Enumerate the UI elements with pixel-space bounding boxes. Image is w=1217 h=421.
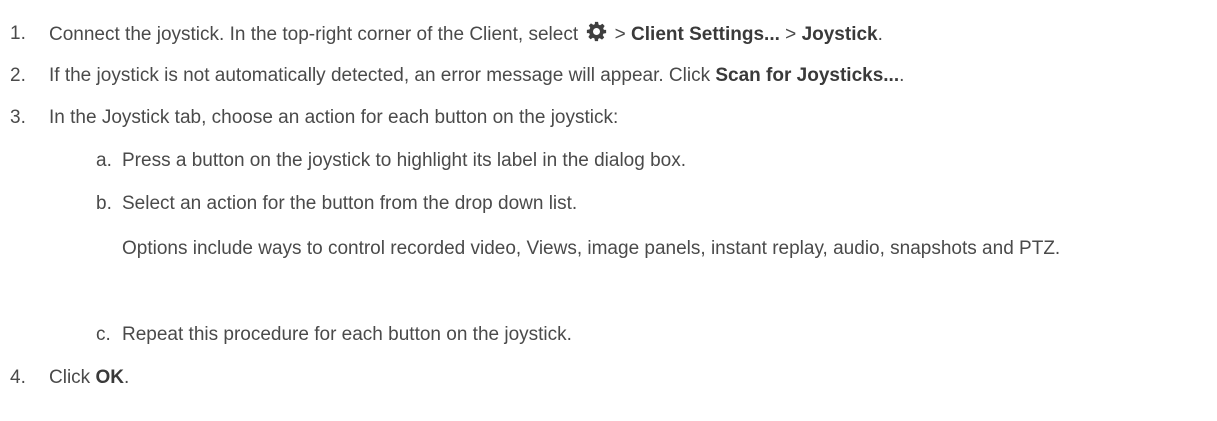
step-number: 4.: [10, 367, 26, 388]
step-number: 3.: [10, 107, 26, 128]
procedure-document: 1. Connect the joystick. In the top-righ…: [0, 0, 1217, 421]
separator: >: [779, 24, 802, 45]
substep-letter: c.: [96, 324, 111, 345]
separator: >: [609, 24, 632, 45]
step-text: Connect the joystick. In the top-right c…: [49, 21, 883, 48]
scan-for-joysticks-label: Scan for Joysticks...: [715, 65, 900, 86]
menu-joystick: Joystick: [801, 24, 878, 45]
gear-icon: [586, 21, 607, 42]
step-text-end: .: [123, 367, 130, 388]
step-number: 2.: [10, 65, 26, 86]
substep-letter: a.: [96, 150, 112, 171]
substep-letter: b.: [96, 193, 112, 214]
step-text-end: .: [877, 24, 883, 45]
ok-label: OK: [95, 367, 124, 388]
substep-text: Repeat this procedure for each button on…: [122, 324, 572, 345]
step-text-part: If the joystick is not automatically det…: [49, 65, 716, 86]
step-text: In the Joystick tab, choose an action fo…: [49, 107, 619, 128]
step-text: Click OK.: [49, 365, 129, 391]
substep-text: Press a button on the joystick to highli…: [122, 150, 687, 171]
menu-client-settings: Client Settings...: [631, 24, 780, 45]
step-number: 1.: [10, 23, 26, 44]
step-text: If the joystick is not automatically det…: [49, 63, 904, 89]
substep-text: Select an action for the button from the…: [122, 193, 578, 214]
step-text-part: Connect the joystick. In the top-right c…: [49, 24, 579, 45]
step-text-part: Click: [49, 367, 96, 388]
step-text-end: .: [899, 65, 905, 86]
substep-note: Options include ways to control recorded…: [122, 238, 1061, 259]
